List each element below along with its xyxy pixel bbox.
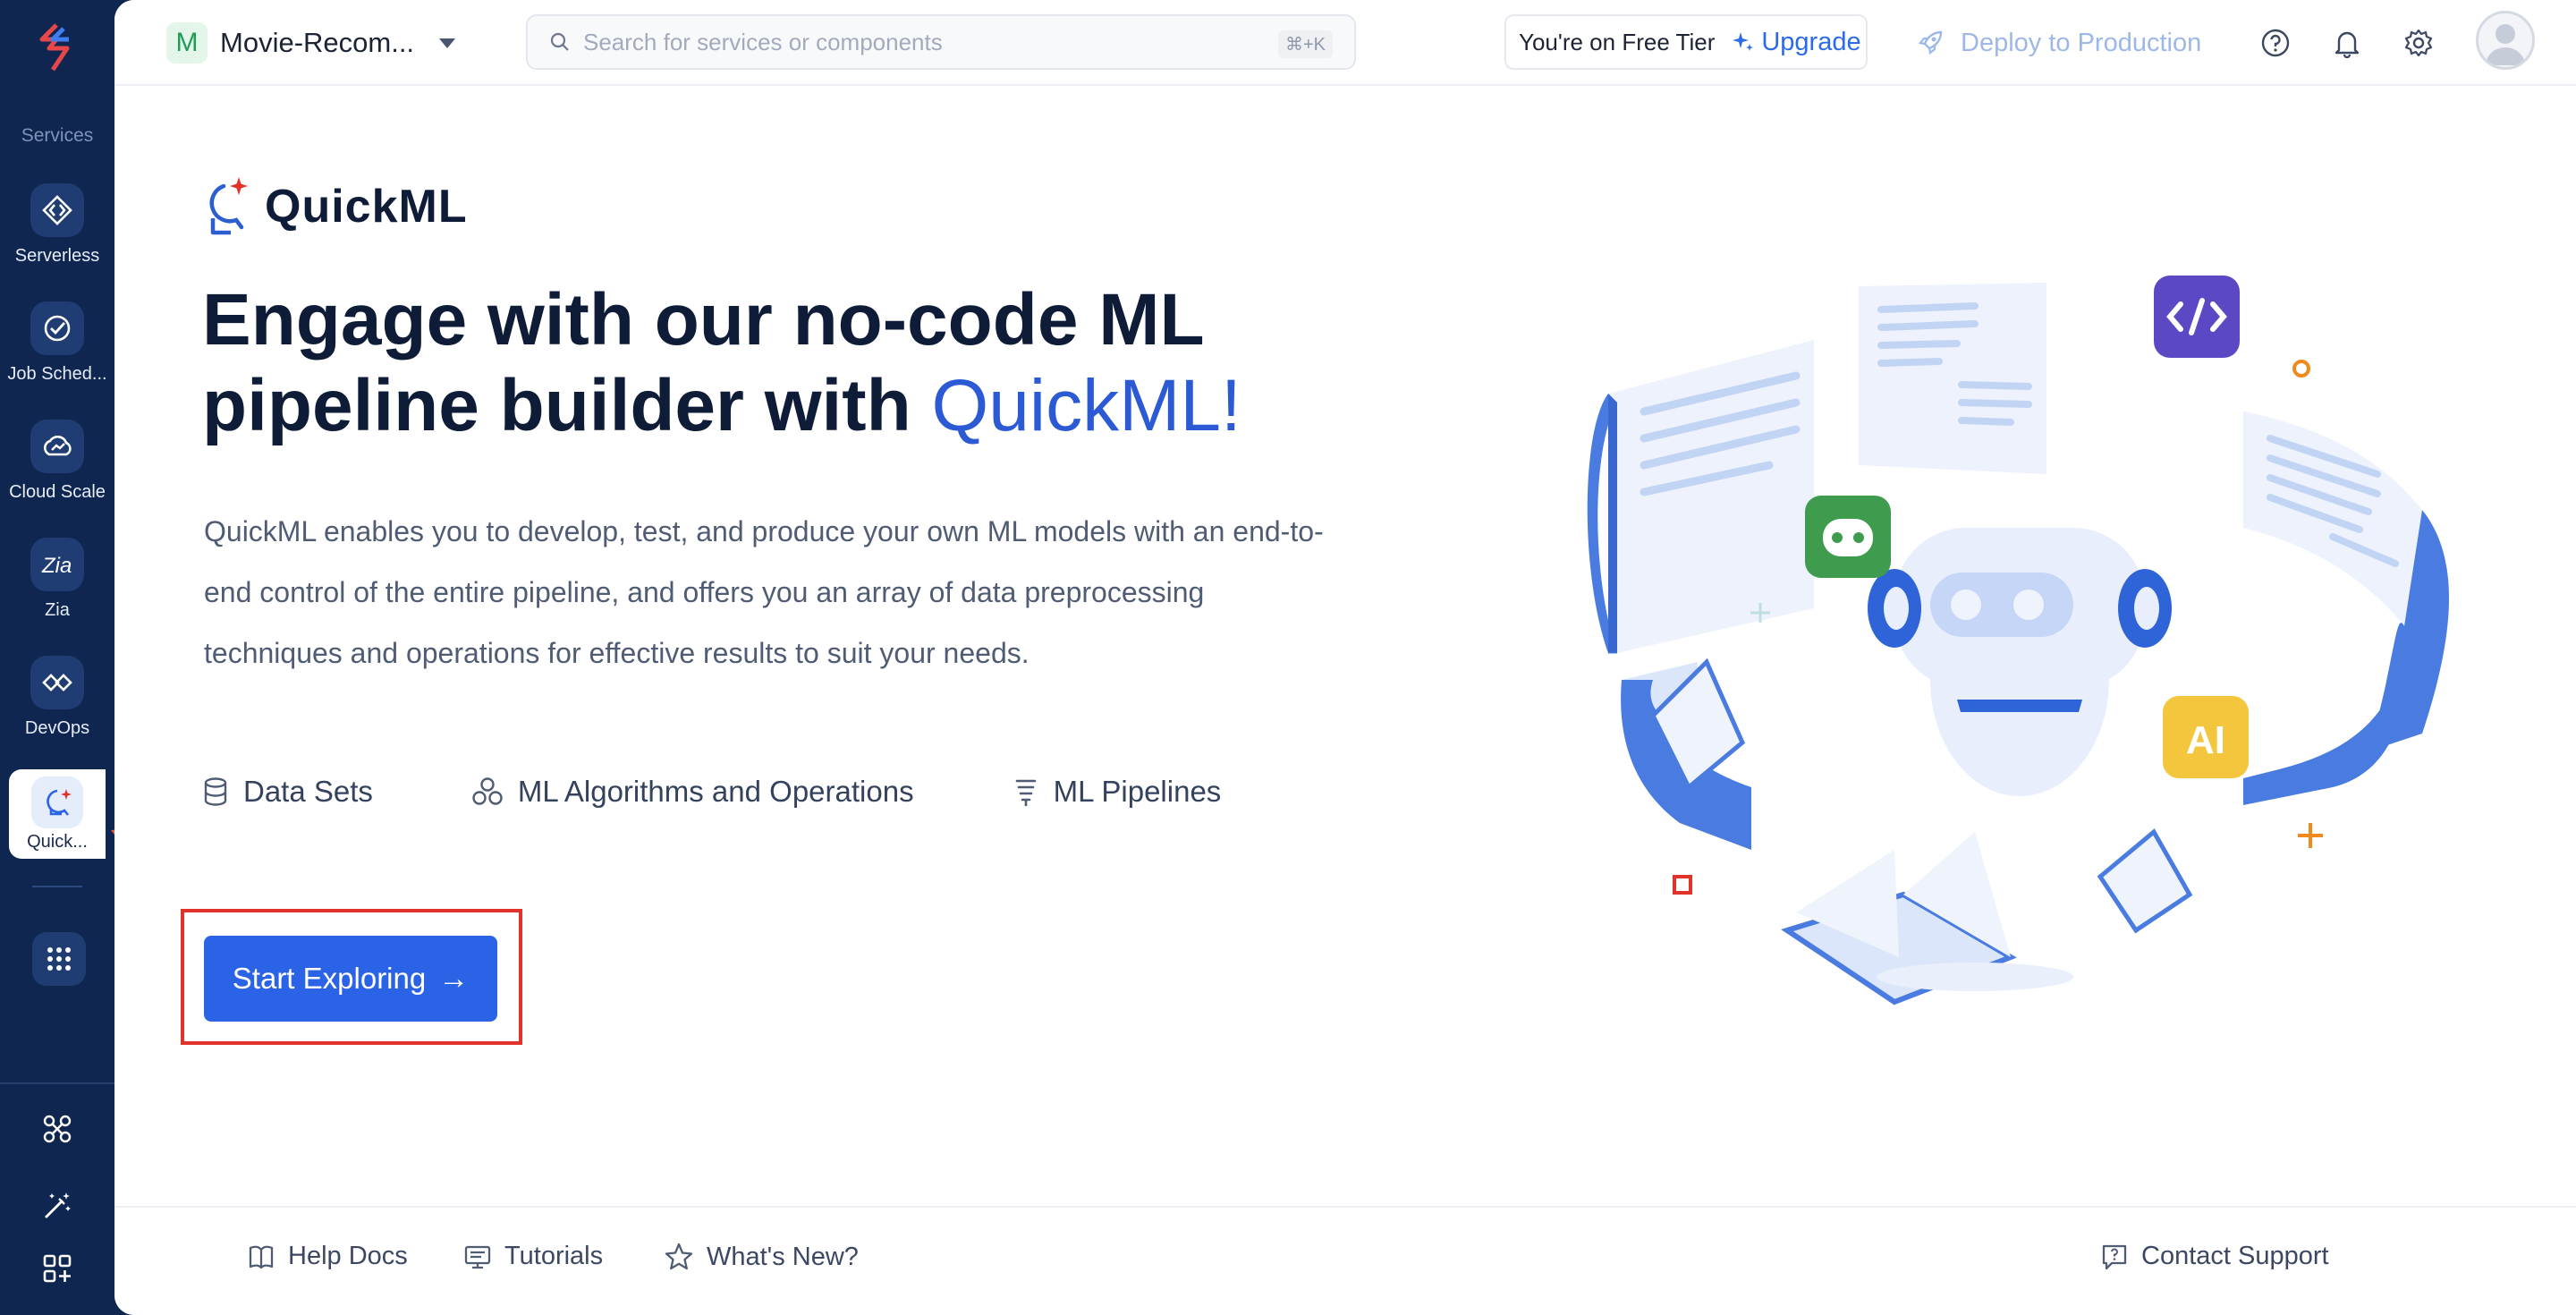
- sidebar-item-serverless[interactable]: Serverless: [0, 183, 114, 291]
- notifications-button[interactable]: [2329, 25, 2365, 61]
- footer-link-label: What's New?: [707, 1242, 859, 1271]
- sidebar-bottom-divider: [0, 1082, 114, 1084]
- project-selector[interactable]: M Movie-Recom...: [166, 20, 456, 66]
- user-icon: [2486, 24, 2525, 65]
- rocket-icon: [1919, 30, 1943, 55]
- tier-banner: You're on Free Tier Upgrade: [1504, 14, 1868, 70]
- star-icon: [665, 1243, 693, 1270]
- page-headline: Engage with our no-code ML pipeline buil…: [202, 277, 1365, 449]
- feature-list: Data Sets ML Algorithms and Operations M…: [202, 768, 1221, 816]
- robot-illustration: AI: [1587, 276, 2449, 1005]
- add-widget-button[interactable]: [39, 1251, 75, 1286]
- help-button[interactable]: [2258, 25, 2293, 61]
- sidebar-item-devops[interactable]: DevOps: [0, 656, 114, 763]
- database-icon: [204, 777, 227, 806]
- feature-label: ML Algorithms and Operations: [517, 775, 914, 808]
- sidebar-item-cloud-scale[interactable]: Cloud Scale: [0, 420, 114, 527]
- project-name: Movie-Recom...: [220, 27, 415, 58]
- sidebar-item-quickml[interactable]: Quick...: [9, 769, 106, 859]
- sidebar-section-label: Services: [21, 125, 94, 146]
- serverless-icon: [30, 183, 84, 237]
- magic-wand-button[interactable]: [39, 1188, 75, 1224]
- book-icon: [249, 1245, 274, 1268]
- sidebar-item-label: Cloud Scale: [9, 482, 106, 502]
- whats-new-link[interactable]: What's New?: [664, 1242, 859, 1272]
- tutorials-link[interactable]: Tutorials: [463, 1242, 603, 1271]
- brand-title: QuickML: [265, 181, 468, 233]
- app-window: Services Serverless Job Sched... Cloud S…: [0, 0, 2576, 1315]
- tutorial-icon: [464, 1245, 491, 1268]
- arrow-right-icon: →: [438, 961, 470, 996]
- svg-text:Zia: Zia: [41, 554, 72, 578]
- feature-label: ML Pipelines: [1053, 775, 1222, 808]
- top-header: M Movie-Recom... ⌘+K You're on Free Tier…: [114, 0, 2576, 86]
- contact-support-link[interactable]: Contact Support: [2100, 1242, 2329, 1271]
- upgrade-link[interactable]: Upgrade: [1731, 27, 1861, 57]
- quickml-brand: QuickML: [197, 175, 468, 238]
- feature-ml-algorithms: ML Algorithms and Operations: [471, 775, 914, 809]
- sidebar-divider: [32, 886, 82, 887]
- upgrade-label: Upgrade: [1761, 27, 1861, 56]
- quickml-logo-icon: [209, 177, 248, 235]
- deploy-to-production-button[interactable]: Deploy to Production: [1916, 23, 2201, 63]
- contact-support-label: Contact Support: [2141, 1242, 2329, 1270]
- main-panel: M Movie-Recom... ⌘+K You're on Free Tier…: [114, 0, 2576, 1315]
- sparkle-icon: [1733, 32, 1754, 51]
- headline-highlight: QuickML!: [931, 365, 1241, 446]
- sidebar-item-label: Quick...: [27, 832, 88, 852]
- search-icon: [550, 32, 569, 51]
- algorithms-icon: [472, 777, 503, 805]
- sidebar-item-label: DevOps: [24, 718, 90, 738]
- page-footer: Help Docs Tutorials What's New? Contact …: [114, 1206, 2576, 1315]
- feature-label: Data Sets: [243, 775, 373, 808]
- help-docs-link[interactable]: Help Docs: [247, 1242, 408, 1271]
- feature-ml-pipelines: ML Pipelines: [1013, 775, 1222, 809]
- cta-label: Start Exploring: [232, 962, 427, 995]
- sidebar: Services Serverless Job Sched... Cloud S…: [0, 0, 198, 1315]
- job-scheduling-icon: [30, 301, 84, 355]
- footer-link-label: Tutorials: [504, 1242, 604, 1270]
- deploy-label: Deploy to Production: [1961, 28, 2202, 57]
- grid-icon: [47, 947, 71, 971]
- sidebar-item-zia[interactable]: Zia Zia: [0, 538, 114, 645]
- support-chat-icon: [2102, 1244, 2127, 1269]
- headline-line-2: pipeline builder with: [202, 365, 932, 446]
- help-icon: [2261, 29, 2290, 57]
- ai-badge-text: AI: [2186, 718, 2225, 762]
- magic-wand-icon: [45, 1192, 71, 1218]
- project-badge: M: [166, 22, 208, 64]
- sidebar-item-label: Zia: [45, 600, 70, 620]
- catalyst-logo[interactable]: [30, 20, 85, 75]
- user-avatar[interactable]: [2476, 11, 2535, 70]
- devops-icon: [30, 656, 84, 709]
- all-services-button[interactable]: [32, 932, 86, 986]
- sidebar-item-job-scheduling[interactable]: Job Sched...: [0, 301, 114, 409]
- sidebar-item-label: Serverless: [14, 246, 100, 266]
- gear-icon: [2404, 29, 2433, 57]
- footer-link-label: Help Docs: [288, 1242, 408, 1270]
- pipeline-icon: [1015, 779, 1036, 806]
- tier-text: You're on Free Tier: [1519, 28, 1716, 55]
- bell-icon: [2334, 31, 2360, 58]
- start-exploring-button[interactable]: Start Exploring →: [204, 936, 497, 1022]
- search-bar[interactable]: ⌘+K: [526, 14, 1356, 70]
- hero-description: QuickML enables you to develop, test, an…: [204, 515, 1324, 669]
- search-shortcut: ⌘+K: [1277, 30, 1333, 58]
- add-widget-icon: [43, 1254, 72, 1283]
- quickml-icon: [31, 776, 83, 828]
- sidebar-item-label: Job Sched...: [7, 364, 107, 384]
- zia-icon: Zia: [30, 538, 84, 591]
- feature-data-sets: Data Sets: [202, 775, 373, 809]
- search-input[interactable]: [583, 28, 1245, 56]
- integrations-icon: [43, 1115, 72, 1143]
- integrations-button[interactable]: [39, 1111, 75, 1147]
- headline-line-1: Engage with our no-code ML: [202, 279, 1205, 361]
- settings-button[interactable]: [2401, 25, 2436, 61]
- chevron-down-icon: [439, 38, 456, 48]
- cloud-scale-icon: [30, 420, 84, 473]
